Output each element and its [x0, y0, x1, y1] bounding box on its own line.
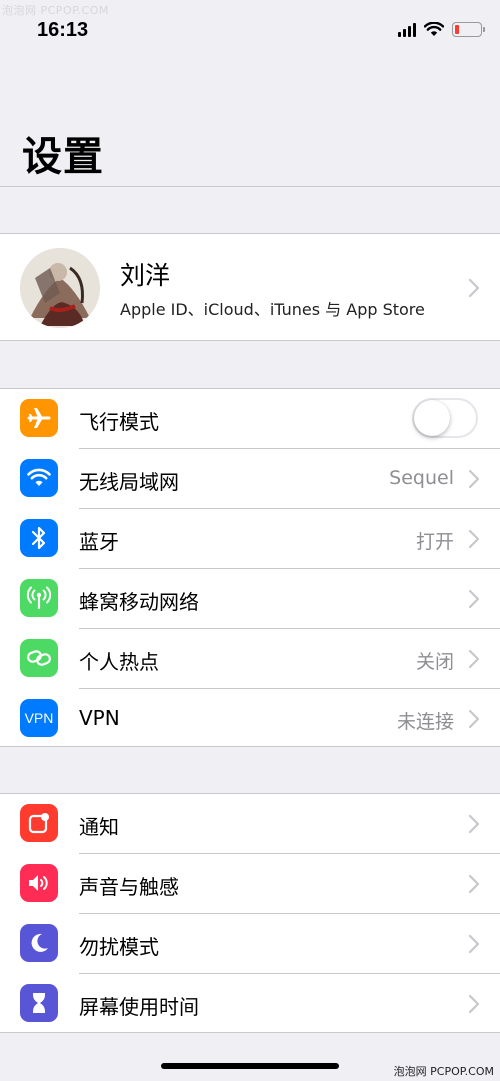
vpn-value: 未连接: [396, 711, 454, 733]
avatar: [20, 248, 100, 328]
airplane-mode-label: 飞行模式: [79, 410, 159, 434]
chevron-right-icon: [468, 278, 480, 298]
bluetooth-icon: [20, 519, 58, 557]
vpn-label: VPN: [79, 706, 120, 730]
notifications-icon: [20, 804, 58, 842]
airplane-icon: [20, 399, 58, 437]
moon-icon: [20, 924, 58, 962]
sound-icon: [20, 864, 58, 902]
settings-row-airplane-mode: 飞行模式: [0, 389, 500, 449]
vpn-icon: VPN: [20, 699, 58, 737]
hotspot-icon: [20, 639, 58, 677]
profile-row[interactable]: [0, 233, 500, 341]
screen-time-label: 屏幕使用时间: [79, 995, 199, 1019]
cellular-label: 蜂窝移动网络: [79, 590, 199, 614]
chevron-right-icon: [468, 469, 480, 489]
settings-row-notifications[interactable]: 通知: [0, 794, 500, 854]
hotspot-value: 关闭: [415, 651, 454, 673]
wifi-label: 无线局域网: [79, 470, 179, 494]
airplane-mode-toggle[interactable]: [412, 398, 478, 438]
bluetooth-label: 蓝牙: [79, 530, 119, 554]
chevron-right-icon: [468, 649, 480, 669]
chevron-right-icon: [468, 709, 480, 729]
cellular-signal-icon: [398, 22, 416, 37]
cellular-icon: [20, 579, 58, 617]
battery-icon: [452, 22, 485, 37]
toggle-knob: [414, 400, 450, 436]
sounds-label: 声音与触感: [79, 875, 179, 899]
general-group: 通知 声音与触感 勿扰模式 屏幕使用时间: [0, 793, 500, 1033]
settings-row-sounds[interactable]: 声音与触感: [0, 854, 500, 914]
vpn-icon-text: VPN: [24, 710, 54, 726]
chevron-right-icon: [468, 934, 480, 954]
settings-row-hotspot[interactable]: 个人热点 关闭: [0, 629, 500, 689]
battery-fill: [455, 25, 459, 34]
home-indicator[interactable]: [161, 1063, 339, 1069]
status-bar: 16:13: [0, 0, 500, 60]
chevron-right-icon: [468, 589, 480, 609]
status-icons: [398, 22, 485, 37]
profile-subtitle: Apple ID、iCloud、iTunes 与 App Store: [120, 300, 425, 319]
hotspot-label: 个人热点: [79, 650, 159, 674]
settings-row-vpn[interactable]: VPN VPN 未连接: [0, 689, 500, 749]
settings-row-wifi[interactable]: 无线局域网 Sequel: [0, 449, 500, 509]
chevron-right-icon: [468, 874, 480, 894]
watermark-bottom: 泡泡网 PCPOP.COM: [393, 1065, 494, 1078]
connectivity-group: 飞行模式 无线局域网 Sequel 蓝牙 打开 蜂窝移动网络 个人热点 关闭 V…: [0, 388, 500, 747]
status-time: 16:13: [37, 19, 89, 41]
do-not-disturb-label: 勿扰模式: [79, 935, 159, 959]
page-title: 设置: [22, 134, 104, 180]
settings-row-screen-time[interactable]: 屏幕使用时间: [0, 974, 500, 1034]
bluetooth-value: 打开: [415, 531, 454, 553]
wifi-status-icon: [424, 22, 444, 36]
title-divider: [0, 186, 500, 187]
notifications-label: 通知: [79, 815, 119, 839]
settings-row-bluetooth[interactable]: 蓝牙 打开: [0, 509, 500, 569]
profile-name: 刘洋: [120, 261, 171, 290]
wifi-icon: [20, 459, 58, 497]
chevron-right-icon: [468, 529, 480, 549]
chevron-right-icon: [468, 814, 480, 834]
wifi-value: Sequel: [389, 467, 454, 489]
chevron-right-icon: [468, 994, 480, 1014]
hourglass-icon: [20, 984, 58, 1022]
settings-row-do-not-disturb[interactable]: 勿扰模式: [0, 914, 500, 974]
settings-row-cellular[interactable]: 蜂窝移动网络: [0, 569, 500, 629]
